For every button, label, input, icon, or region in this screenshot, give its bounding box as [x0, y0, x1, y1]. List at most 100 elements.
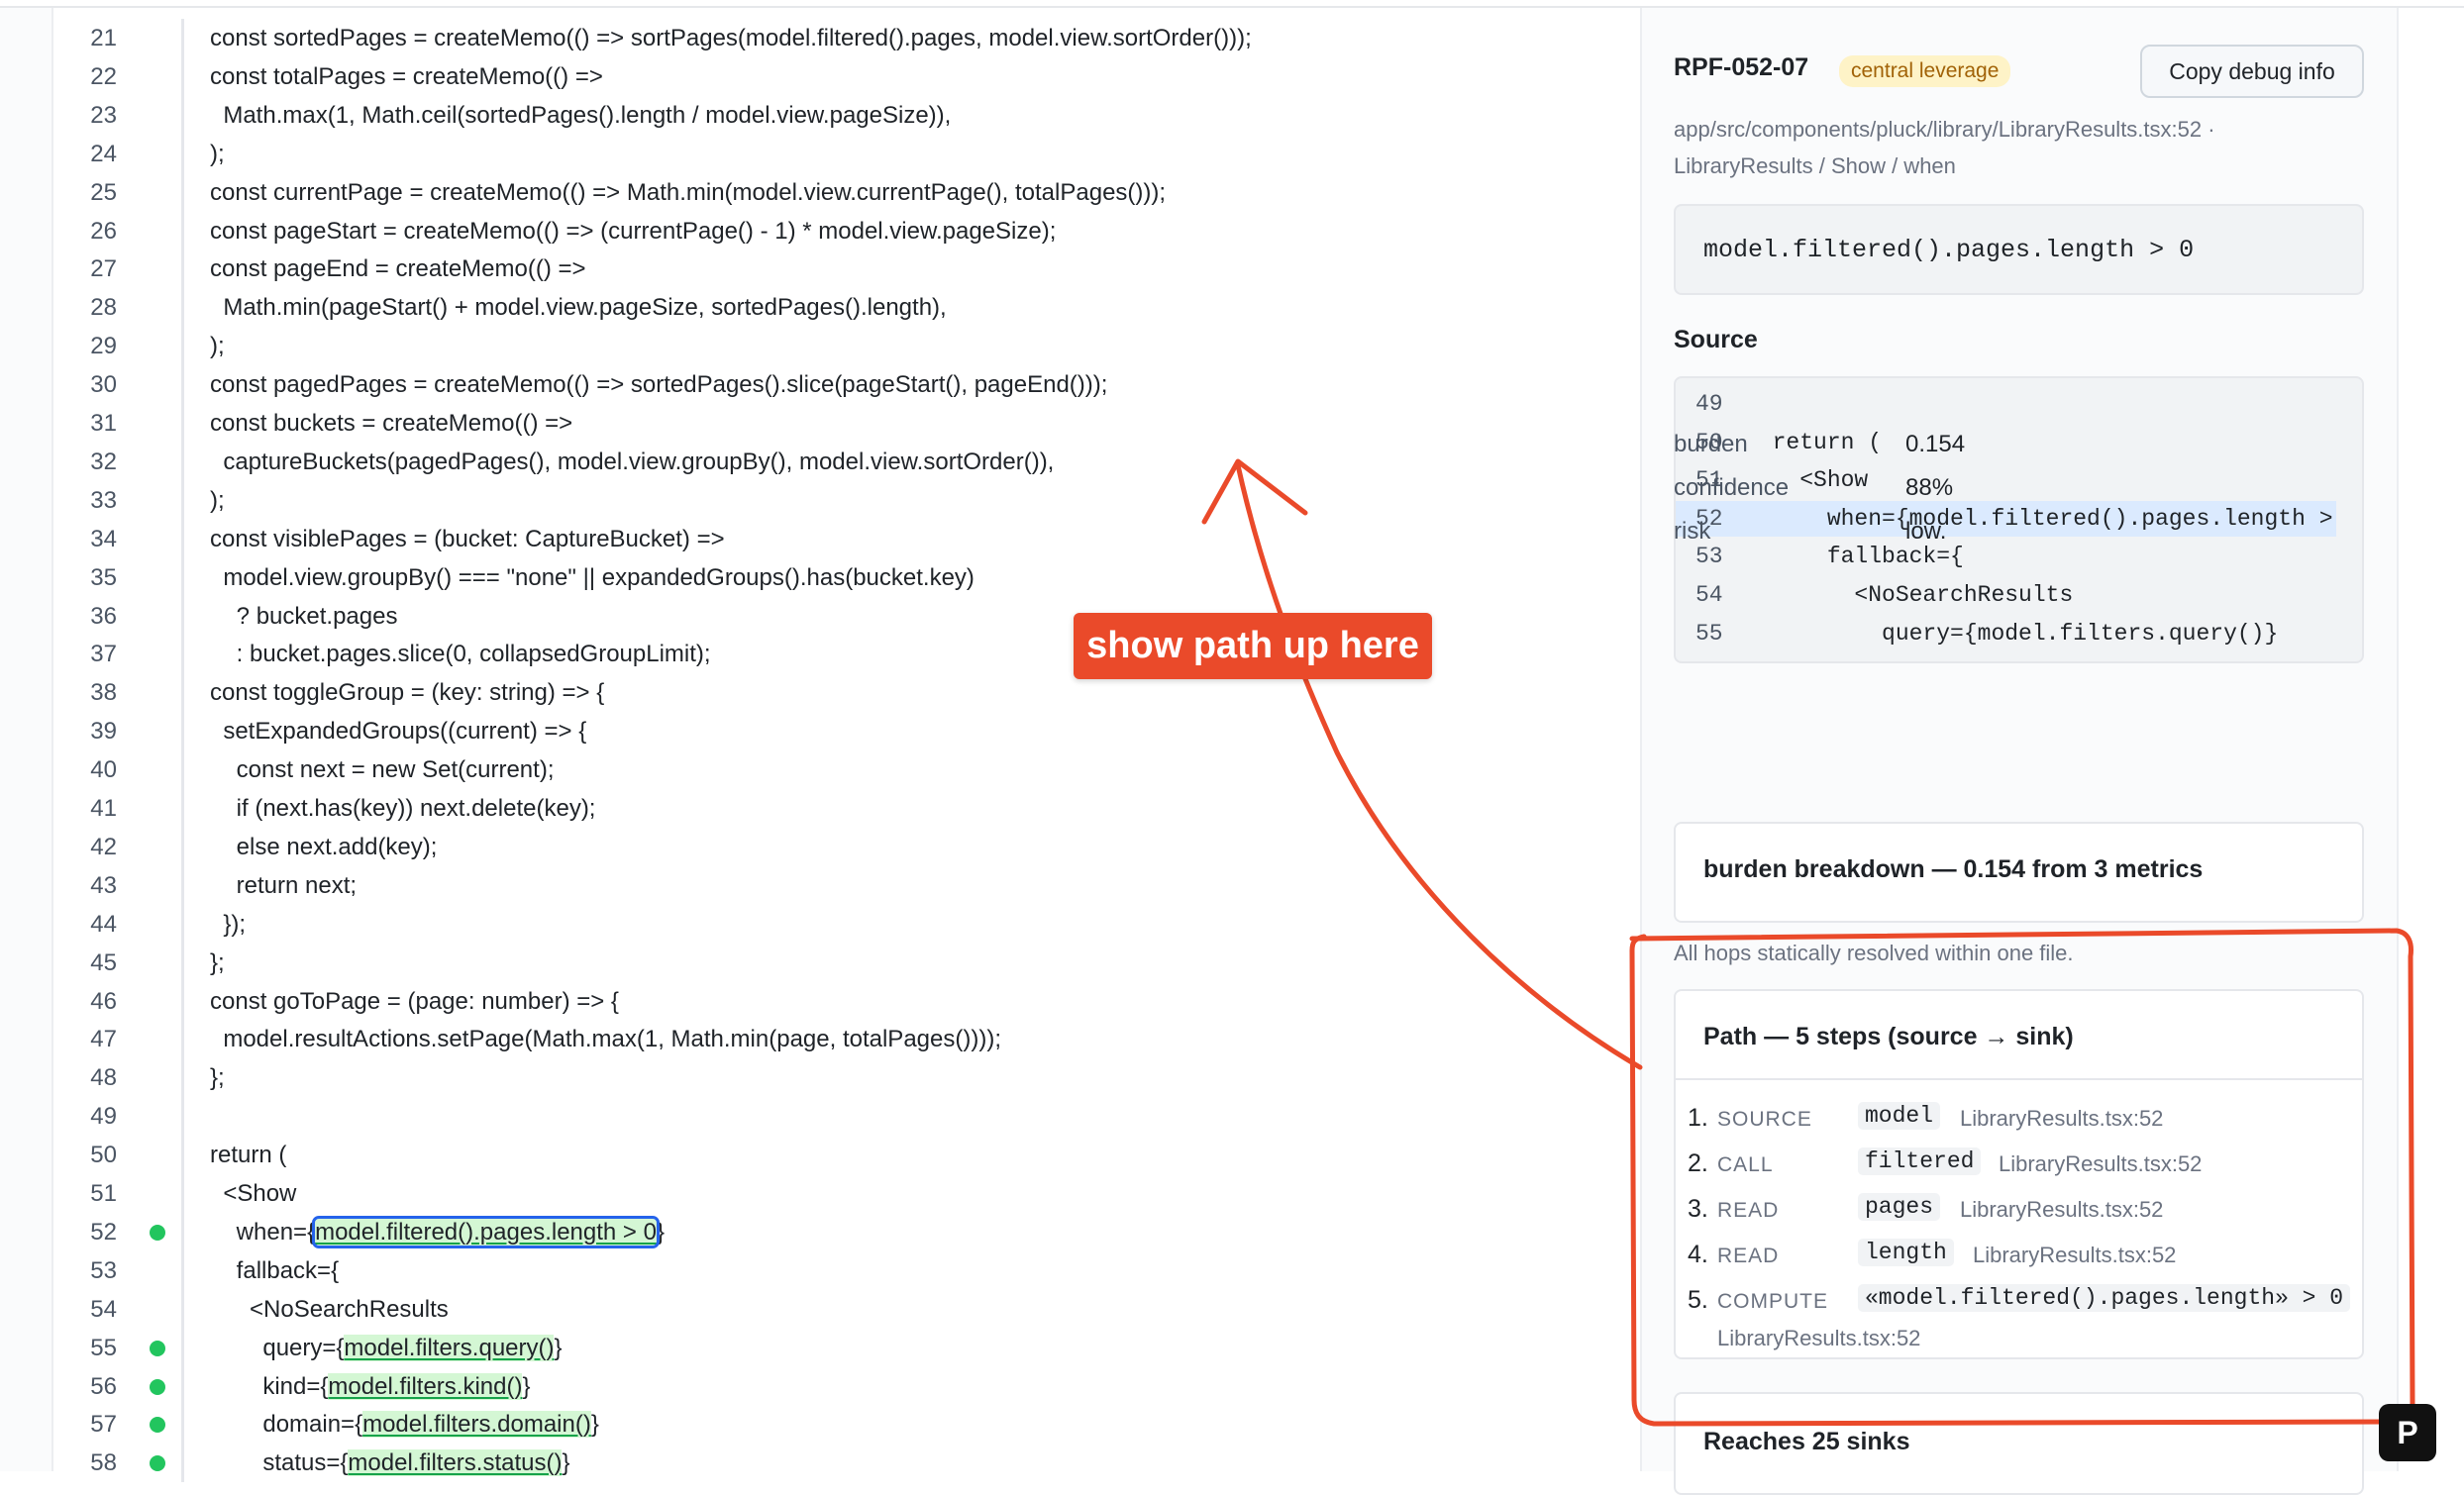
code-line[interactable]: 28 Math.min(pageStart() + model.view.pag… [53, 288, 1638, 328]
code-line[interactable]: 31 const buckets = createMemo(() => [53, 404, 1638, 443]
floating-action-button[interactable]: P [2379, 1404, 2436, 1461]
file-location: app/src/components/pluck/library/Library… [1674, 111, 2367, 184]
step-token: «model.filtered().pages.length» > 0 [1858, 1284, 2351, 1312]
indent-guide [181, 404, 184, 443]
code-line[interactable]: 57 domain={model.filters.domain()} [53, 1405, 1638, 1445]
code-line[interactable]: 48}; [53, 1058, 1638, 1098]
code-line[interactable]: 39 setExpandedGroups((current) => { [53, 712, 1638, 751]
code-line[interactable]: 55 query={model.filters.query()} [53, 1328, 1638, 1367]
step-number: 4. [1688, 1241, 1708, 1268]
selected-expression[interactable]: model.filtered().pages.length > 0 [312, 1215, 660, 1248]
line-number: 39 [90, 718, 117, 746]
tainted-expression[interactable]: model.filters.kind() [328, 1372, 523, 1400]
path-step[interactable]: 1. SOURCE model LibraryResults.tsx:52 [1688, 1098, 2361, 1138]
code-line[interactable]: 27 const pageEnd = createMemo(() => [53, 249, 1638, 289]
code-line[interactable]: 49 [53, 1097, 1638, 1137]
code-line[interactable]: 29); [53, 327, 1638, 366]
step-kind: CALL [1717, 1153, 1774, 1176]
line-number: 29 [90, 333, 117, 360]
code-line[interactable]: 30 const pagedPages = createMemo(() => so… [53, 365, 1638, 405]
copy-debug-info-button[interactable]: Copy debug info [2140, 45, 2364, 98]
code-line[interactable]: 53 fallback={ [53, 1250, 1638, 1290]
step-file-link[interactable]: LibraryResults.tsx:52 [1999, 1151, 2202, 1177]
indent-guide [181, 557, 184, 597]
resolution-note: All hops statically resolved within one … [1674, 941, 2074, 965]
line-number: 47 [90, 1026, 117, 1053]
source-line-active: 52 when={model.filtered().pages.length > [1676, 500, 2336, 537]
code-text: status={model.filters.status()} [210, 1444, 569, 1482]
source-line-number: 55 [1695, 620, 1723, 647]
line-number: 44 [90, 910, 117, 938]
step-file-link[interactable]: LibraryResults.tsx:52 [1973, 1243, 2176, 1268]
indent-guide [181, 943, 184, 982]
path-step[interactable]: 3. READ pages LibraryResults.tsx:52 [1688, 1189, 2361, 1229]
code-line[interactable]: 22 const totalPages = createMemo(() => [53, 56, 1638, 96]
code-line[interactable]: 25 const currentPage = createMemo(() => M… [53, 172, 1638, 212]
reaches-card[interactable]: Reaches 25 sinks [1674, 1392, 2364, 1495]
code-text: ); [210, 333, 225, 360]
path-step[interactable]: 2. CALL filtered LibraryResults.tsx:52 [1688, 1144, 2361, 1183]
step-number: 1. [1688, 1104, 1708, 1132]
step-number: 3. [1688, 1195, 1708, 1223]
indent-guide [181, 673, 184, 713]
burden-breakdown-card[interactable]: burden breakdown — 0.154 from 3 metrics [1674, 822, 2364, 923]
code-line[interactable]: 26 const pageStart = createMemo(() => (cu… [53, 211, 1638, 250]
code-text: const currentPage = createMemo(() => Mat… [210, 178, 1167, 206]
code-line[interactable]: 33); [53, 480, 1638, 520]
code-line[interactable]: 23 Math.max(1, Math.ceil(sortedPages().l… [53, 95, 1638, 135]
step-file-link[interactable]: LibraryResults.tsx:52 [1960, 1106, 2163, 1132]
code-line[interactable]: 51 <Show [53, 1174, 1638, 1213]
code-line[interactable]: 42 else next.add(key); [53, 827, 1638, 866]
code-editor[interactable]: 21 const sortedPages = createMemo(() => s… [53, 8, 1638, 1483]
tainted-expression[interactable]: model.filters.query() [344, 1334, 555, 1361]
metric-value-confidence: 88% [1905, 474, 1954, 501]
indent-guide [181, 1289, 184, 1329]
step-file-link[interactable]: LibraryResults.tsx:52 [1717, 1326, 1920, 1351]
code-text: const goToPage = (page: number) => { [210, 987, 619, 1015]
code-line[interactable]: 45}; [53, 943, 1638, 982]
path-header[interactable]: Path — 5 steps (source → sink) [1676, 991, 2362, 1080]
code-line[interactable]: 24); [53, 134, 1638, 173]
code-line[interactable]: 43 return next; [53, 865, 1638, 905]
code-line[interactable]: 21 const sortedPages = createMemo(() => s… [53, 19, 1638, 57]
indent-guide [181, 1136, 184, 1175]
code-line[interactable]: 34 const visiblePages = (bucket: CaptureB… [53, 519, 1638, 558]
line-number: 53 [90, 1256, 117, 1284]
code-line[interactable]: 32 captureBuckets(pagedPages(), model.vi… [53, 442, 1638, 481]
source-line: 49 [1676, 386, 2362, 422]
source-line-number: 54 [1695, 582, 1723, 608]
source-line-code: query={model.filters.query()} [1745, 620, 2279, 647]
indent-guide [181, 519, 184, 558]
step-file-link[interactable]: LibraryResults.tsx:52 [1960, 1197, 2163, 1223]
code-line[interactable]: 40 const next = new Set(current); [53, 750, 1638, 790]
code-line[interactable]: 50 return ( [53, 1136, 1638, 1175]
code-line[interactable]: 52 when={model.filtered().pages.length >… [53, 1212, 1638, 1251]
code-text: const sortedPages = createMemo(() => sor… [210, 25, 1252, 51]
code-text: setExpandedGroups((current) => { [210, 718, 587, 746]
line-number: 38 [90, 679, 117, 707]
code-line[interactable]: 41 if (next.has(key)) next.delete(key); [53, 789, 1638, 828]
code-line[interactable]: 56 kind={model.filters.kind()} [53, 1366, 1638, 1406]
code-text: return next; [210, 871, 358, 899]
code-line[interactable]: 38 const toggleGroup = (key: string) => { [53, 673, 1638, 713]
file-path-line[interactable]: app/src/components/pluck/library/Library… [1674, 111, 2367, 148]
step-token: filtered [1858, 1147, 1982, 1175]
code-text: }); [210, 910, 247, 938]
tainted-expression[interactable]: model.filters.status() [348, 1449, 563, 1477]
path-step[interactable]: 5. COMPUTE «model.filtered().pages.length»… [1688, 1280, 2361, 1350]
code-line[interactable]: 47 model.resultActions.setPage(Math.max(… [53, 1020, 1638, 1059]
metric-value-risk: low. [1905, 518, 1947, 545]
code-line[interactable]: 44 }); [53, 904, 1638, 944]
source-line-code: return ( [1745, 429, 1883, 455]
code-text: <Show [210, 1180, 297, 1207]
tainted-expression[interactable]: model.filters.domain() [362, 1411, 591, 1439]
code-line[interactable]: 46 const goToPage = (page: number) => { [53, 981, 1638, 1021]
indent-guide [181, 95, 184, 135]
line-number: 31 [90, 410, 117, 437]
code-line[interactable]: 35 model.view.groupBy() === "none" || ex… [53, 557, 1638, 597]
code-line[interactable]: 54 <NoSearchResults [53, 1289, 1638, 1329]
code-line[interactable]: 58 status={model.filters.status()} [53, 1444, 1638, 1483]
code-text: const pageStart = createMemo(() => (curr… [210, 217, 1057, 245]
path-step[interactable]: 4. READ length LibraryResults.tsx:52 [1688, 1235, 2361, 1274]
line-number: 43 [90, 871, 117, 899]
